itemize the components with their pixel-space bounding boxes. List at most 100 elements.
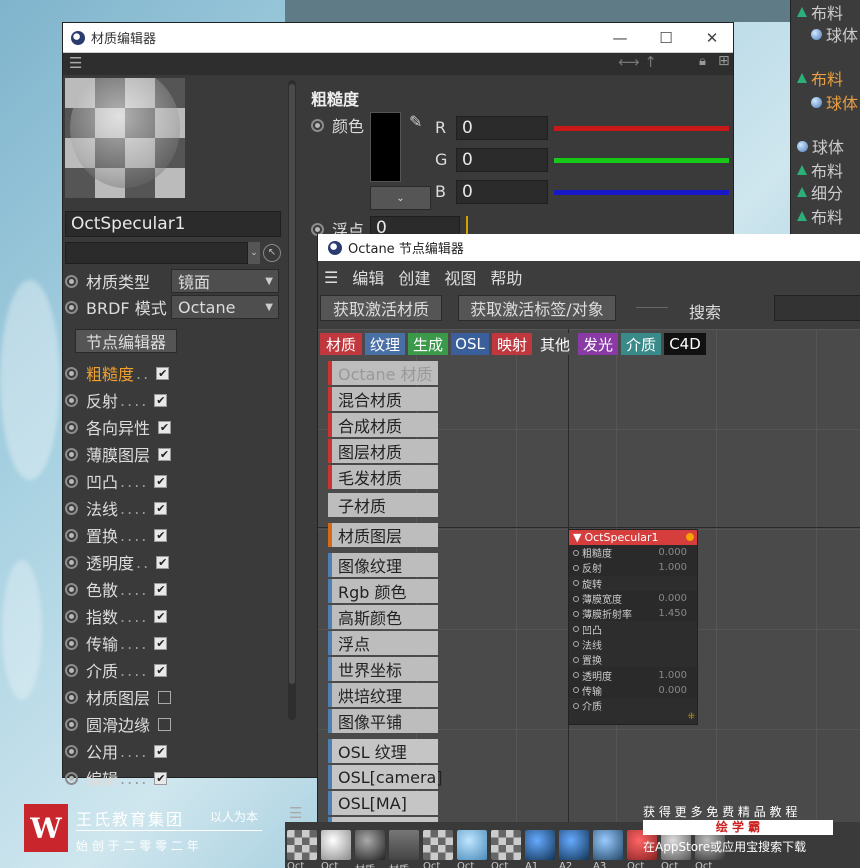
channel-row[interactable]: 法线 .... ✔ bbox=[65, 496, 168, 520]
node-type-button[interactable]: 合成材质 bbox=[328, 413, 438, 437]
radio-icon[interactable] bbox=[65, 274, 78, 288]
specular-material-node[interactable]: ▼ OctSpecular1 粗糙度 0.000 反射 1.000 旋转 薄膜宽度 0.000… bbox=[568, 529, 698, 725]
channel-checkbox[interactable]: ✔ bbox=[154, 501, 168, 515]
channel-checkbox[interactable]: ✔ bbox=[154, 528, 168, 542]
node-type-button[interactable]: 图像纹理 bbox=[328, 553, 438, 577]
channel-checkbox[interactable]: ✔ bbox=[158, 447, 172, 461]
node-type-button[interactable]: 图层材质 bbox=[328, 439, 438, 463]
channel-checkbox[interactable]: ✔ bbox=[154, 474, 168, 488]
channel-row[interactable]: 介质 .... ✔ bbox=[65, 658, 168, 682]
material-thumbnail[interactable] bbox=[457, 830, 487, 860]
radio-icon[interactable] bbox=[65, 663, 78, 677]
material-thumbnail[interactable] bbox=[525, 830, 555, 860]
hierarchy-item[interactable]: 布料 bbox=[797, 158, 843, 182]
hierarchy-item[interactable]: 布料 bbox=[797, 204, 843, 228]
hamburger-menu-icon[interactable]: ☰ bbox=[69, 54, 82, 72]
input-pin-icon[interactable] bbox=[573, 641, 579, 648]
radio-icon[interactable] bbox=[65, 609, 78, 623]
minimize-button[interactable]: — bbox=[597, 23, 643, 53]
radio-icon[interactable] bbox=[65, 366, 78, 380]
radio-icon[interactable] bbox=[65, 420, 78, 434]
channel-row[interactable]: 透明度 .. ✔ bbox=[65, 550, 170, 574]
maximize-button[interactable]: ☐ bbox=[643, 23, 689, 53]
node-type-button[interactable]: OSL[MA] bbox=[328, 791, 438, 815]
node-type-button[interactable]: 烘培纹理 bbox=[328, 683, 438, 707]
channel-row[interactable]: 薄膜图层 ✔ bbox=[65, 442, 172, 466]
input-pin-icon[interactable] bbox=[573, 610, 579, 617]
get-active-material-button[interactable]: 获取激活材质 bbox=[320, 295, 442, 321]
material-preview[interactable] bbox=[65, 78, 185, 198]
material-thumbnail[interactable] bbox=[389, 830, 419, 860]
node-type-button[interactable]: 图像平铺 bbox=[328, 709, 438, 733]
channel-row[interactable]: 凹凸 .... ✔ bbox=[65, 469, 168, 493]
material-thumbnail[interactable] bbox=[559, 830, 589, 860]
node-type-button[interactable]: 子材质 bbox=[328, 493, 438, 517]
radio-icon[interactable] bbox=[65, 744, 78, 758]
channel-checkbox[interactable]: ✔ bbox=[156, 366, 170, 380]
material-type-select[interactable]: 镜面 ▼ bbox=[171, 269, 279, 293]
hierarchy-item[interactable]: 球体 bbox=[811, 90, 858, 114]
radio-icon[interactable] bbox=[65, 393, 78, 407]
pick-target-icon[interactable]: ↖ bbox=[263, 244, 281, 262]
new-window-icon[interactable]: ⊞ bbox=[718, 53, 730, 69]
radio-icon[interactable] bbox=[65, 474, 78, 488]
node-input-row[interactable]: 凹凸 bbox=[569, 621, 697, 637]
category-tab[interactable]: 纹理 bbox=[365, 333, 405, 355]
node-input-row[interactable]: 置换 bbox=[569, 652, 697, 667]
input-pin-icon[interactable] bbox=[573, 687, 579, 694]
material-thumbnail[interactable] bbox=[593, 830, 623, 860]
channel-row[interactable]: 公用 .... ✔ bbox=[65, 739, 168, 763]
input-pin-icon[interactable] bbox=[573, 564, 579, 571]
radio-icon[interactable] bbox=[65, 636, 78, 650]
node-type-button[interactable]: 高斯颜色 bbox=[328, 605, 438, 629]
g-slider[interactable] bbox=[554, 158, 729, 163]
node-input-row[interactable]: 薄膜折射率 1.450 bbox=[569, 606, 697, 622]
node-canvas[interactable]: 材质 纹理 生成 OSL 映射 其他 发光 介质 C4D Octane 材质 混合材质 合成材质 图层… bbox=[318, 329, 860, 868]
channel-checkbox[interactable]: ✔ bbox=[154, 582, 168, 596]
scrollbar-thumb[interactable] bbox=[289, 84, 295, 684]
r-slider[interactable] bbox=[554, 126, 729, 131]
material-thumbnail[interactable] bbox=[423, 830, 453, 860]
category-tab[interactable]: 其他 bbox=[535, 333, 575, 355]
menu-create[interactable]: 创建 bbox=[398, 265, 430, 289]
color-expand-button[interactable]: ⌄ bbox=[370, 186, 431, 210]
node-editor-button[interactable]: 节点编辑器 bbox=[75, 329, 177, 353]
category-tab[interactable]: 映射 bbox=[492, 333, 532, 355]
material-name-field[interactable]: OctSpecular1 bbox=[65, 211, 281, 237]
hierarchy-item[interactable]: 布料 bbox=[797, 0, 843, 24]
radio-icon[interactable] bbox=[65, 771, 78, 785]
channel-checkbox[interactable] bbox=[158, 717, 172, 731]
input-pin-icon[interactable] bbox=[573, 580, 579, 587]
category-tab[interactable]: C4D bbox=[664, 333, 706, 355]
radio-icon[interactable] bbox=[65, 690, 78, 704]
color-swatch[interactable] bbox=[370, 112, 401, 182]
channel-row[interactable]: 色散 .... ✔ bbox=[65, 577, 168, 601]
radio-icon[interactable] bbox=[311, 118, 324, 132]
close-button[interactable]: ✕ bbox=[689, 23, 735, 53]
radio-icon[interactable] bbox=[65, 501, 78, 515]
category-tab[interactable]: 介质 bbox=[621, 333, 661, 355]
input-pin-icon[interactable] bbox=[573, 549, 579, 556]
node-input-row[interactable]: 介质 bbox=[569, 698, 697, 713]
material-thumbnail[interactable] bbox=[287, 830, 317, 860]
radio-icon[interactable] bbox=[65, 555, 78, 569]
node-type-button[interactable]: 毛发材质 bbox=[328, 465, 438, 489]
channel-checkbox[interactable]: ✔ bbox=[154, 636, 168, 650]
eyedropper-icon[interactable]: ✎ bbox=[409, 112, 422, 131]
hamburger-menu-icon[interactable]: ☰ bbox=[324, 268, 338, 287]
hierarchy-item[interactable]: 细分 bbox=[797, 180, 843, 204]
node-input-row[interactable]: 粗糙度 0.000 bbox=[569, 545, 697, 561]
channel-row[interactable]: 材质图层 bbox=[65, 685, 172, 709]
channel-checkbox[interactable]: ✔ bbox=[158, 420, 172, 434]
scrollbar[interactable] bbox=[288, 80, 296, 720]
radio-icon[interactable] bbox=[65, 447, 78, 461]
node-type-button[interactable]: Octane 材质 bbox=[328, 361, 438, 385]
nav-arrows-icon[interactable]: ⟷ ↑ bbox=[618, 53, 657, 71]
node-type-button[interactable]: Rgb 颜色 bbox=[328, 579, 438, 603]
category-tab[interactable]: 生成 bbox=[408, 333, 448, 355]
get-active-tag-button[interactable]: 获取激活标签/对象 bbox=[458, 295, 616, 321]
node-type-button[interactable]: 浮点 bbox=[328, 631, 438, 655]
input-pin-icon[interactable] bbox=[573, 656, 579, 663]
input-pin-icon[interactable] bbox=[573, 702, 579, 709]
menu-help[interactable]: 帮助 bbox=[490, 265, 522, 289]
